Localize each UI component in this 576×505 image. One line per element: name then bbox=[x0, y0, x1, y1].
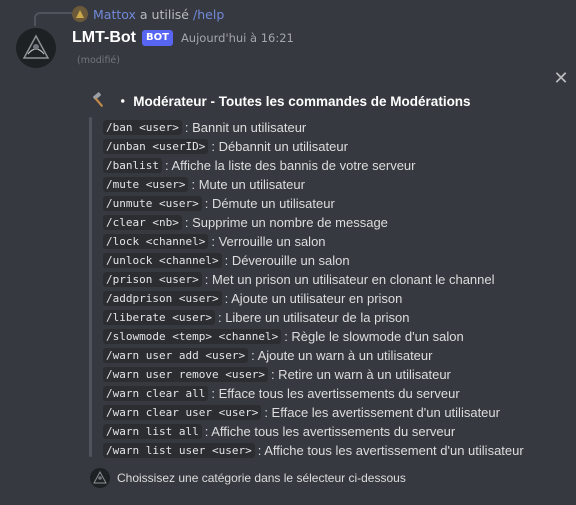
command-code: /clear <nb> bbox=[103, 215, 182, 230]
command-code: /warn clear user <user> bbox=[103, 405, 262, 420]
reply-context[interactable]: Mattox a utilisé /help bbox=[72, 5, 224, 23]
footer-text: Choissisez une catégorie dans le sélecte… bbox=[117, 471, 406, 485]
command-item: /prison <user>: Met un prison un utilisa… bbox=[103, 270, 524, 289]
command-description: : Ajoute un warn à un utilisateur bbox=[251, 348, 433, 363]
command-description: : Efface tous les avertissements du serv… bbox=[211, 386, 460, 401]
command-code: /lock <channel> bbox=[103, 234, 209, 249]
footer-avatar-icon bbox=[90, 468, 110, 488]
command-item: /warn clear user <user>: Efface les aver… bbox=[103, 403, 524, 422]
command-code: /banlist bbox=[103, 158, 162, 173]
command-item: /unmute <user>: Démute un utilisateur bbox=[103, 194, 524, 213]
command-item: /addprison <user>: Ajoute un utilisateur… bbox=[103, 289, 524, 308]
close-icon[interactable]: ✕ bbox=[553, 70, 569, 88]
command-description: : Affiche tous les avertissements du ser… bbox=[204, 424, 456, 439]
command-item: /slowmode <temp> <channel>: Règle le slo… bbox=[103, 327, 524, 346]
command-code: /unlock <channel> bbox=[103, 253, 222, 268]
embed-title-text: ・ Modérateur - Toutes les commandes de M… bbox=[116, 94, 471, 109]
reply-avatar[interactable] bbox=[72, 6, 88, 22]
hammer-icon bbox=[90, 91, 108, 109]
embed-title: ・ Modérateur - Toutes les commandes de M… bbox=[90, 90, 471, 110]
command-description: : Efface les avertissement d'un utilisat… bbox=[264, 405, 500, 420]
edited-label: (modifié) bbox=[77, 55, 120, 66]
command-list: /ban <user>: Bannit un utilisateur /unba… bbox=[103, 118, 524, 460]
command-item: /liberate <user>: Libere un utilisateur … bbox=[103, 308, 524, 327]
command-description: : Affiche la liste des bannis de votre s… bbox=[164, 158, 416, 173]
command-item: /unban <userID>: Débannit un utilisateur bbox=[103, 137, 524, 156]
command-description: : Mute un utilisateur bbox=[191, 177, 305, 192]
command-description: : Ajoute un utilisateur en prison bbox=[224, 291, 403, 306]
command-code: /ban <user> bbox=[103, 120, 182, 135]
command-item: /ban <user>: Bannit un utilisateur bbox=[103, 118, 524, 137]
command-description: : Retire un warn à un utilisateur bbox=[270, 367, 451, 382]
command-code: /addprison <user> bbox=[103, 291, 222, 306]
command-item: /mute <user>: Mute un utilisateur bbox=[103, 175, 524, 194]
command-code: /slowmode <temp> <channel> bbox=[103, 329, 282, 344]
command-code: /warn list all bbox=[103, 424, 202, 439]
command-item: /warn clear all: Efface tous les avertis… bbox=[103, 384, 524, 403]
bot-badge: BOT bbox=[141, 30, 173, 46]
reply-text: a utilisé bbox=[139, 6, 190, 22]
command-item: /warn user add <user>: Ajoute un warn à … bbox=[103, 346, 524, 365]
command-item: /banlist: Affiche la liste des bannis de… bbox=[103, 156, 524, 175]
bot-avatar[interactable] bbox=[16, 28, 56, 68]
command-code: /warn list user <user> bbox=[103, 443, 255, 458]
message-header: LMT-Bot BOT Aujourd'hui à 16:21 bbox=[72, 28, 294, 48]
code-block-border bbox=[89, 117, 92, 457]
command-description: : Met un prison un utilisateur en clonan… bbox=[204, 272, 495, 287]
embed-footer: Choissisez une catégorie dans le sélecte… bbox=[90, 468, 406, 488]
command-code: /mute <user> bbox=[103, 177, 189, 192]
command-item: /lock <channel>: Verrouille un salon bbox=[103, 232, 524, 251]
command-description: : Bannit un utilisateur bbox=[184, 120, 307, 135]
command-code: /unban <userID> bbox=[103, 139, 209, 154]
command-code: /warn user add <user> bbox=[103, 348, 249, 363]
command-code: /prison <user> bbox=[103, 272, 202, 287]
command-item: /warn list user <user>: Affiche tous les… bbox=[103, 441, 524, 460]
bot-username[interactable]: LMT-Bot bbox=[72, 29, 136, 47]
command-item: /warn list all: Affiche tous les avertis… bbox=[103, 422, 524, 441]
command-description: : Supprime un nombre de message bbox=[184, 215, 388, 230]
command-item: /warn user remove <user>: Retire un warn… bbox=[103, 365, 524, 384]
command-description: : Règle le slowmode d'un salon bbox=[284, 329, 464, 344]
command-item: /unlock <channel>: Déverouille un salon bbox=[103, 251, 524, 270]
command-item: /clear <nb>: Supprime un nombre de messa… bbox=[103, 213, 524, 232]
command-description: : Affiche tous les avertissement d'un ut… bbox=[257, 443, 524, 458]
command-code: /liberate <user> bbox=[103, 310, 215, 325]
command-description: : Déverouille un salon bbox=[224, 253, 350, 268]
command-description: : Libere un utilisateur de la prison bbox=[217, 310, 410, 325]
command-description: : Démute un utilisateur bbox=[204, 196, 335, 211]
command-code: /warn clear all bbox=[103, 386, 209, 401]
reply-connector bbox=[34, 12, 72, 26]
reply-username[interactable]: Mattox bbox=[93, 7, 136, 22]
command-code: /warn user remove <user> bbox=[103, 367, 268, 382]
command-description: : Débannit un utilisateur bbox=[211, 139, 348, 154]
message-timestamp: Aujourd'hui à 16:21 bbox=[180, 31, 294, 45]
reply-command[interactable]: /help bbox=[193, 7, 224, 22]
command-code: /unmute <user> bbox=[103, 196, 202, 211]
command-description: : Verrouille un salon bbox=[211, 234, 326, 249]
